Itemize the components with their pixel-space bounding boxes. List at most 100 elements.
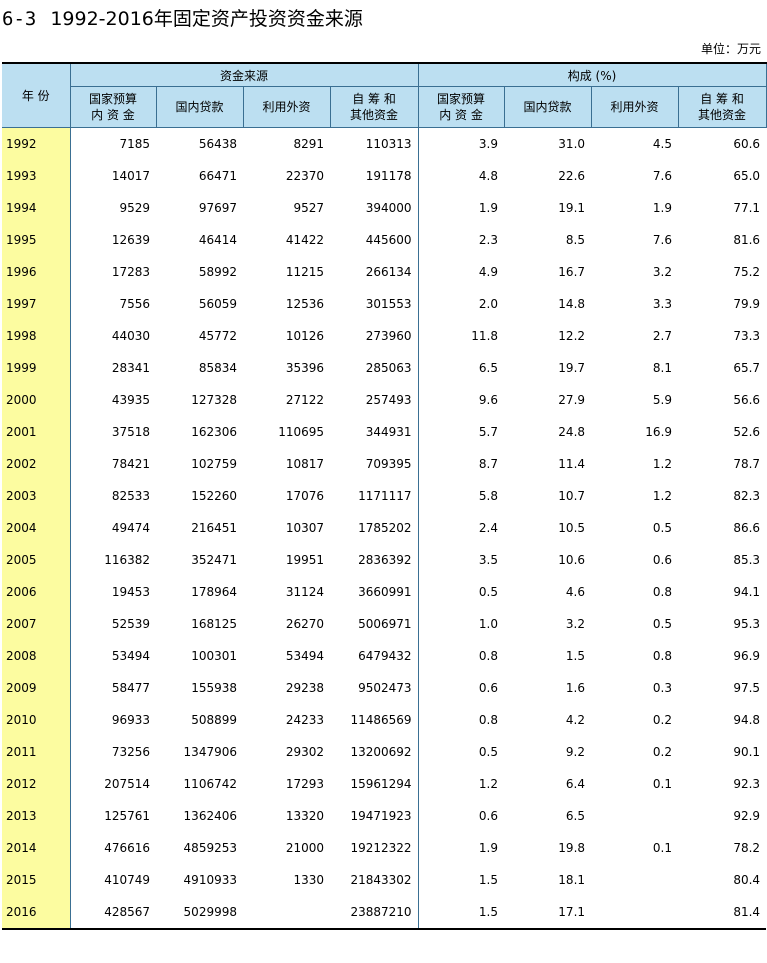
share-self-raised-other-cell: 65.0 (733, 169, 761, 183)
share-foreign-investment-cell: 0.5 (652, 617, 673, 631)
share-foreign-investment-cell: 8.1 (652, 361, 673, 375)
share-state-budget-header: 国家预算内 资 金 (417, 86, 505, 128)
share-self-raised-other-cell: 95.3 (733, 617, 761, 631)
share-domestic-loans-cell: 19.1 (558, 201, 586, 215)
share-state-budget-cell: 0.8 (478, 649, 499, 663)
table-row: 1997 7556 56059 12536 301553 2.0 14.8 3.3 79.9 (2, 288, 766, 320)
source-self-raised-other-cell: 23887210 (330, 896, 419, 929)
header-line: 自 筹 和 (352, 92, 396, 106)
source-foreign-investment-cell: 12536 (285, 297, 324, 311)
source-domestic-loans-header: 国内贷款 (155, 86, 244, 128)
source-domestic-loans-cell: 5029998 (183, 905, 237, 919)
share-foreign-investment-cell: 0.1 (652, 777, 673, 791)
share-domestic-loans-cell: 17.1 (558, 905, 586, 919)
source-state-budget-cell: 52539 (111, 617, 150, 631)
share-domestic-loans-cell: 10.7 (558, 489, 586, 503)
share-foreign-investment-cell: 1.2 (652, 489, 673, 503)
share-foreign-investment-cell: 0.2 (652, 713, 673, 727)
source-foreign-investment-cell: 17076 (285, 489, 324, 503)
table-row: 1995 12639 46414 41422 445600 2.3 8.5 7.6 81.6 (2, 224, 766, 256)
table-row: 2002 78421 102759 10817 709395 8.7 11.4 1.2 78.7 (2, 448, 766, 480)
year-cell: 1996 (2, 256, 71, 288)
source-self-raised-other-header: 自 筹 和其他资金 (329, 86, 419, 128)
share-state-budget-cell: 0.5 (478, 745, 499, 759)
source-state-budget-cell: 14017 (111, 169, 150, 183)
source-self-raised-other-cell: 15961294 (330, 768, 419, 800)
share-domestic-loans-cell: 14.8 (558, 297, 586, 311)
table-row: 1994 9529 97697 9527 394000 1.9 19.1 1.9 77.1 (2, 192, 766, 224)
year-cell: 2002 (2, 448, 71, 480)
year-cell: 2005 (2, 544, 71, 576)
source-domestic-loans-cell: 56438 (198, 137, 237, 151)
source-domestic-loans-cell: 58992 (198, 265, 237, 279)
share-foreign-investment-cell: 2.7 (652, 329, 673, 343)
source-domestic-loans-cell: 216451 (191, 521, 237, 535)
share-foreign-investment-cell: 3.3 (652, 297, 673, 311)
source-state-budget-cell: 116382 (104, 553, 150, 567)
source-foreign-investment-cell: 10307 (285, 521, 324, 535)
source-foreign-investment-cell: 27122 (285, 393, 324, 407)
share-state-budget-cell: 0.5 (478, 585, 499, 599)
source-foreign-investment-cell: 1330 (293, 873, 324, 887)
share-foreign-investment-cell: 0.5 (652, 521, 673, 535)
share-domestic-loans-cell: 4.2 (565, 713, 586, 727)
table-row: 1996 17283 58992 11215 266134 4.9 16.7 3.2 75.2 (2, 256, 766, 288)
share-state-budget-cell: 2.0 (478, 297, 499, 311)
share-foreign-investment-cell: 7.6 (652, 169, 673, 183)
source-foreign-investment-cell: 29238 (285, 681, 324, 695)
share-state-budget-cell: 5.7 (478, 425, 499, 439)
source-foreign-investment-cell: 35396 (285, 361, 324, 375)
share-foreign-investment-cell: 0.1 (652, 841, 673, 855)
source-self-raised-other-cell: 21843302 (330, 864, 419, 896)
share-foreign-investment-cell: 3.2 (652, 265, 673, 279)
year-cell: 2000 (2, 384, 71, 416)
share-self-raised-other-cell: 85.3 (733, 553, 761, 567)
source-self-raised-other-cell: 257493 (330, 384, 419, 416)
source-self-raised-other-cell: 1785202 (330, 512, 419, 544)
year-column-header: 年 份 (2, 62, 71, 128)
source-foreign-investment-cell: 10126 (285, 329, 324, 343)
source-domestic-loans-cell: 1347906 (183, 745, 237, 759)
share-state-budget-cell: 9.6 (478, 393, 499, 407)
table-row: 2007 52539 168125 26270 5006971 1.0 3.2 0.5 95.3 (2, 608, 766, 640)
year-cell: 2001 (2, 416, 71, 448)
source-self-raised-other-cell: 266134 (330, 256, 419, 288)
source-foreign-investment-cell (243, 896, 330, 929)
share-domestic-loans-cell: 9.2 (565, 745, 586, 759)
source-domestic-loans-cell: 352471 (191, 553, 237, 567)
header-line: 内 资 金 (439, 108, 483, 122)
header-line: 国家预算 (88, 92, 137, 106)
source-domestic-loans-cell: 102759 (191, 457, 237, 471)
source-foreign-investment-cell: 9527 (293, 201, 324, 215)
source-domestic-loans-cell: 127328 (191, 393, 237, 407)
share-foreign-investment-cell (591, 896, 678, 929)
share-state-budget-cell: 1.5 (478, 873, 499, 887)
source-domestic-loans-cell: 85834 (198, 361, 237, 375)
share-state-budget-cell: 6.5 (478, 361, 499, 375)
source-self-raised-other-cell: 5006971 (330, 608, 419, 640)
share-self-raised-other-cell: 94.8 (733, 713, 761, 727)
composition-group-header: 构成 (%) (417, 62, 767, 87)
share-domestic-loans-cell: 16.7 (558, 265, 586, 279)
share-state-budget-cell: 5.8 (478, 489, 499, 503)
table-row: 2014 476616 4859253 21000 19212322 1.9 19.8 0.1… (2, 832, 766, 864)
source-domestic-loans-cell: 66471 (198, 169, 237, 183)
source-self-raised-other-cell: 301553 (330, 288, 419, 320)
share-self-raised-other-cell: 75.2 (733, 265, 761, 279)
share-domestic-loans-cell: 12.2 (558, 329, 586, 343)
source-domestic-loans-cell: 46414 (198, 233, 237, 247)
share-self-raised-other-cell: 97.5 (733, 681, 761, 695)
table-row: 1998 44030 45772 10126 273960 11.8 12.2 2.7 73.3 (2, 320, 766, 352)
share-foreign-investment-cell: 1.9 (652, 201, 673, 215)
share-state-budget-cell: 1.5 (478, 905, 499, 919)
table-row: 2004 49474 216451 10307 1785202 2.4 10.5 0.5 86.… (2, 512, 766, 544)
source-state-budget-cell: 428567 (104, 905, 150, 919)
header-line: 其他资金 (350, 108, 399, 122)
year-cell: 1992 (2, 127, 71, 160)
share-self-raised-other-cell: 92.3 (733, 777, 761, 791)
source-self-raised-other-cell: 344931 (330, 416, 419, 448)
share-domestic-loans-cell: 6.5 (565, 809, 586, 823)
header-line: 国内贷款 (175, 100, 224, 114)
share-domestic-loans-cell: 31.0 (558, 137, 586, 151)
share-self-raised-other-cell: 96.9 (733, 649, 761, 663)
